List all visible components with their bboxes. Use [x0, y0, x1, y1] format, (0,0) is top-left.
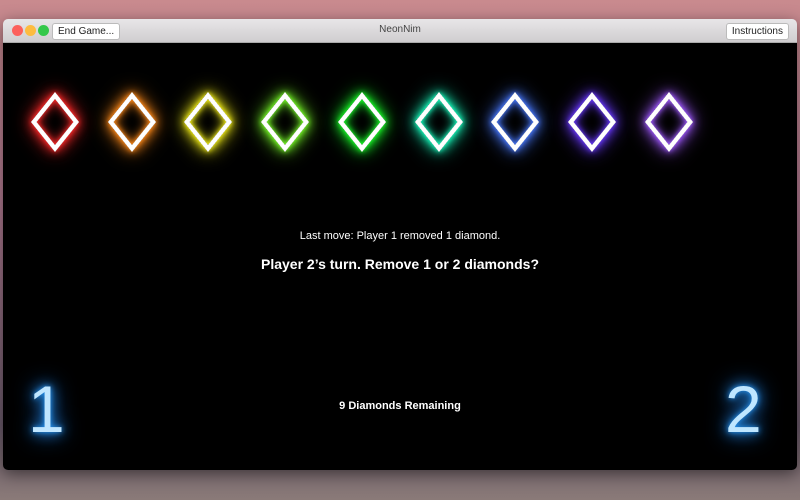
instructions-button[interactable]: Instructions	[725, 23, 789, 40]
diamond[interactable]	[184, 91, 233, 153]
diamonds-remaining: 9 Diamonds Remaining	[339, 400, 461, 412]
diamond[interactable]	[30, 91, 80, 153]
window-title: NeonNim	[379, 24, 421, 35]
last-move-text: Last move: Player 1 removed 1 diamond.	[299, 230, 501, 242]
diamond[interactable]	[261, 91, 310, 153]
diamond[interactable]	[107, 91, 156, 153]
player-1-indicator: 1	[28, 372, 65, 446]
title-bar: End Game... NeonNim Instructions	[3, 19, 797, 43]
turn-prompt: Player 2’s turn. Remove 1 or 2 diamonds?	[260, 256, 540, 272]
game-window: End Game... NeonNim Instructions Last mo…	[3, 19, 797, 470]
diamond[interactable]	[337, 91, 386, 153]
diamond[interactable]	[491, 91, 540, 153]
diamond[interactable]	[414, 91, 463, 153]
player-2-indicator: 2	[725, 372, 762, 446]
diamond[interactable]	[644, 91, 693, 153]
game-board: Last move: Player 1 removed 1 diamond. P…	[3, 43, 797, 470]
diamond[interactable]	[567, 91, 616, 153]
